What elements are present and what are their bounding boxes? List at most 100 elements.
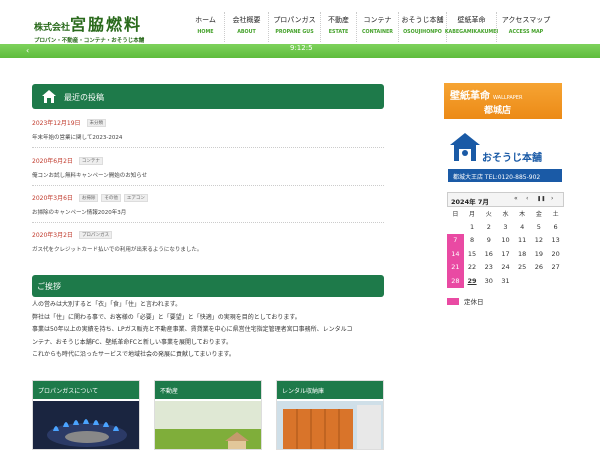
- logo-kaisha: 株式会社: [34, 23, 71, 33]
- calendar-week-row: 28 29 30 31: [447, 274, 564, 288]
- site-logo[interactable]: 株式会社宮脇燃料 プロパン・不動産・コンテナ・おそうじ本舗: [34, 11, 144, 44]
- calendar-week-row: 21 22 23 24 25 26 27: [447, 260, 564, 274]
- post-title[interactable]: お掃除のキャンペーン情報2020年3月: [32, 208, 384, 216]
- post-tag[interactable]: その他: [101, 193, 121, 202]
- calendar-empty-cell: [531, 274, 548, 288]
- greeting-line: ンテナ、おそうじ本舗FC、壁紙革命FCと新しい事業を展開しております。: [32, 338, 233, 346]
- osouji-brand: おそうじ本舗: [482, 153, 542, 164]
- calendar-prev-month-icon[interactable]: ‹: [526, 195, 528, 202]
- post-date[interactable]: 2020年3月2日: [32, 230, 73, 239]
- calendar-day: 27: [551, 263, 560, 272]
- calendar-week-row: 7 8 9 10 11 12 13: [447, 233, 564, 247]
- calendar-day: 15: [467, 249, 477, 258]
- nav-home[interactable]: ホーム HOME: [187, 12, 225, 42]
- post-item[interactable]: 2020年3月2日 プロパンガス ガス代をクレジットカード払いでの利用が出来るよ…: [32, 230, 384, 256]
- calendar-day: 12: [534, 236, 543, 245]
- post-date[interactable]: 2023年12月19日: [32, 118, 81, 127]
- calendar-day: 4: [520, 222, 525, 231]
- calendar-day: 2: [486, 222, 491, 231]
- calendar-day: 10: [501, 236, 510, 245]
- calendar-day: 1: [469, 222, 475, 231]
- service-cards: プロパンガスについて 不動産 レンタル収納庫: [32, 380, 384, 450]
- calendar-day: 25: [518, 263, 527, 272]
- osouji-banner[interactable]: おそうじ本舗 都城大王店 TEL:0120-885-902: [444, 128, 562, 184]
- calendar-day: 9: [486, 236, 491, 245]
- nav-kabegami[interactable]: 壁紙革命 KABEGAMIKAKUMEI: [445, 12, 498, 42]
- post-tag[interactable]: コンテナ: [78, 156, 103, 165]
- card-storage[interactable]: レンタル収納庫: [276, 380, 384, 450]
- legend-label: 定休日: [464, 298, 484, 306]
- weekday-label: 金: [535, 211, 542, 218]
- weekday-label: 月: [469, 211, 476, 218]
- post-date[interactable]: 2020年6月2日: [32, 156, 73, 165]
- weekday-label: 土: [552, 211, 559, 218]
- logo-name: 宮脇燃料: [70, 15, 143, 34]
- weekday-label: 木: [519, 211, 526, 218]
- card-label[interactable]: 不動産: [155, 381, 261, 399]
- greeting-body: 人の営みは大別すると「衣」「食」「住」と言われます。 弊社は「住」に関わる事で、…: [32, 299, 384, 362]
- calendar-day: 13: [551, 236, 560, 245]
- post-item[interactable]: 2020年3月6日 お掃除 その他 エアコン お掃除のキャンペーン情報2020年…: [32, 193, 384, 223]
- post-item[interactable]: 2020年6月2日 コンテナ 俺コンお試し無料キャンペーン開始のお知らせ: [32, 156, 384, 186]
- calendar-day: 30: [484, 276, 493, 285]
- weekday-label: 水: [502, 211, 509, 218]
- nav-osouji[interactable]: おそうじ本舗 OSOUJIHONPO: [399, 12, 447, 42]
- calendar-day: 19: [534, 249, 543, 258]
- site-header: 株式会社宮脇燃料 プロパン・不動産・コンテナ・おそうじ本舗 ホーム HOME 会社…: [0, 0, 600, 44]
- banner-title: 壁紙革命: [450, 91, 490, 102]
- post-title[interactable]: 年末年始の営業に関して2023-2024: [32, 133, 384, 141]
- post-item[interactable]: 2023年12月19日 未分類 年末年始の営業に関して2023-2024: [32, 118, 384, 148]
- card-label[interactable]: レンタル収納庫: [277, 381, 383, 399]
- main-nav: ホーム HOME 会社概要 ABOUT プロパンガス PROPANE GUS 不動産 E…: [187, 12, 555, 42]
- post-tag[interactable]: 未分類: [86, 118, 107, 127]
- card-label[interactable]: プロパンガスについて: [33, 381, 139, 399]
- calendar-day: 22: [467, 263, 477, 272]
- card-propane[interactable]: プロパンガスについて: [32, 380, 140, 450]
- greeting-line: これからも時代に沿ったサービスで地域社会の発展に貢献してまいります。: [32, 351, 235, 358]
- calendar-day: 24: [501, 263, 510, 272]
- greeting-title: ご挨拶: [37, 282, 61, 291]
- calendar-day: 20: [551, 249, 560, 258]
- post-date[interactable]: 2020年3月6日: [32, 193, 73, 202]
- calendar-day: 21: [447, 260, 464, 274]
- calendar-day: 28: [447, 274, 464, 288]
- calendar-day: 5: [536, 222, 541, 231]
- calendar-day: 17: [501, 249, 510, 258]
- post-tag[interactable]: プロパンガス: [78, 230, 113, 239]
- green-banner-bar: ‹ 9:12:5: [0, 44, 600, 58]
- nav-about[interactable]: 会社概要 ABOUT: [225, 12, 269, 42]
- calendar-day: 14: [447, 247, 464, 261]
- calendar-day: 16: [484, 249, 493, 258]
- calendar-day: 23: [484, 263, 493, 272]
- card-estate[interactable]: 不動産: [154, 380, 262, 450]
- calendar-day: 18: [518, 249, 527, 258]
- greeting-line: 事業は50年以上の実績を持ち、LPガス販売と不動産事業、賃貸業を中心に県営住宅指…: [32, 326, 353, 333]
- post-title[interactable]: ガス代をクレジットカード払いでの利用が出来るようになりました。: [32, 245, 384, 253]
- calendar-next-month-icon[interactable]: ›: [551, 195, 553, 202]
- weekday-label: 火: [485, 211, 492, 218]
- calendar-month: 2024年 7月: [451, 198, 489, 206]
- greeting-line: 弊社は「住」に関わる事で、お客様の「必要」と「要望」と「快適」の実現を目的として…: [32, 313, 301, 321]
- calendar-day: 6: [553, 222, 558, 231]
- calendar-day: 3: [503, 222, 508, 231]
- nav-estate[interactable]: 不動産 ESTATE: [321, 12, 357, 42]
- nav-propane[interactable]: プロパンガス PROPANE GUS: [269, 12, 321, 42]
- calendar-empty-cell: [547, 274, 564, 288]
- post-title[interactable]: 俺コンお試し無料キャンペーン開始のお知らせ: [32, 171, 384, 179]
- kabegami-banner[interactable]: 壁紙革命 WALLPAPER 都城店: [444, 83, 562, 119]
- calendar-day: 29: [467, 276, 477, 285]
- post-tag[interactable]: エアコン: [123, 193, 148, 202]
- calendar-week-row: 1 2 3 4 5 6: [447, 220, 564, 234]
- calendar-pause-icon[interactable]: ❚❚: [537, 196, 545, 202]
- calendar-legend: 定休日: [447, 296, 484, 306]
- calendar-prev-year-icon[interactable]: «: [514, 195, 518, 202]
- calendar-grid: 日 月 火 水 木 金 土 1 2 3 4 5 6 7 8 9 10 11 12 13 14 15 16 17 1…: [447, 207, 564, 288]
- nav-container[interactable]: コンテナ CONTAINER: [357, 12, 399, 42]
- nav-access[interactable]: アクセスマップ ACCESS MAP: [497, 12, 555, 42]
- clock-text: 9:12:5: [290, 44, 313, 52]
- banner-small-text: WALLPAPER: [493, 95, 523, 101]
- osouji-phone: 都城大王店 TEL:0120-885-902: [448, 169, 562, 182]
- slider-prev-arrow-icon[interactable]: ‹: [26, 46, 29, 55]
- post-tag[interactable]: お掃除: [78, 193, 99, 202]
- calendar-day: 31: [501, 276, 510, 285]
